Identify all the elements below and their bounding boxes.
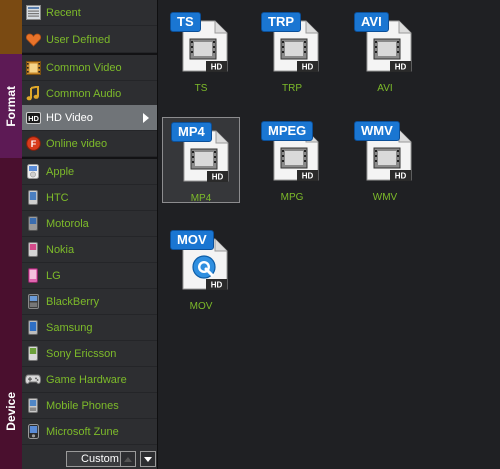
svg-text:HD: HD [302,63,314,72]
list-item-lg[interactable]: LG [22,263,157,289]
online-video-icon: F [25,136,41,152]
list-item-common-video[interactable]: Common Video [22,55,157,81]
chevron-down-icon [144,456,152,462]
format-caption: AVI [377,83,393,94]
tab-format-label: Format [4,85,18,127]
list-item-label: Sony Ericsson [46,347,117,360]
category-tabs: Format Device [0,0,22,469]
format-caption: MOV [189,301,213,312]
svg-text:HD: HD [395,63,407,72]
format-badge: TRP [261,12,301,32]
list-item-label: Motorola [46,217,89,230]
scroll-down-button[interactable] [140,451,156,467]
svg-text:HD: HD [211,281,223,290]
svg-text:HD: HD [28,114,39,123]
list-item-label: Common Audio [46,87,122,100]
list-item-hd-video[interactable]: HD HD Video [22,105,157,131]
zune-icon [25,424,41,440]
format-badge: MP4 [171,122,212,142]
list-item-label: Online video [46,137,108,150]
format-tile-trp[interactable]: HD TRP TRP [253,8,331,94]
ipod-icon [25,164,41,180]
format-grid: HD TS TS HD TRP TRP HD AVI AVI HD MP4 MP… [158,0,500,469]
list-item-label: LG [46,269,61,282]
svg-text:HD: HD [395,172,407,181]
list-item-user-defined[interactable]: User Defined [22,27,157,53]
svg-text:F: F [30,139,36,149]
phone-icon [25,216,41,232]
format-tile-mpeg[interactable]: HD MPEG MPG [253,117,331,203]
phone-icon [25,320,41,336]
format-caption: MP4 [190,193,212,204]
phone-icon [25,268,41,284]
chevron-up-icon [124,456,132,462]
format-caption: TS [194,83,208,94]
list-item-common-audio[interactable]: Common Audio [22,81,157,107]
svg-text:HD: HD [211,63,223,72]
category-list: Recent User Defined Common Video Common … [22,0,158,469]
list-item-nokia[interactable]: Nokia [22,237,157,263]
format-caption: MPG [280,192,304,203]
tab-recent[interactable] [0,0,22,54]
list-item-label: Mobile Phones [46,399,119,412]
list-item-label: Common Video [46,61,122,74]
list-item-sony-ericsson[interactable]: Sony Ericsson [22,341,157,367]
list-item-label: Game Hardware [46,373,127,386]
format-tile-avi[interactable]: HD AVI AVI [346,8,424,94]
format-badge: MOV [170,230,214,250]
format-badge: TS [170,12,201,32]
list-item-label: Recent [46,6,81,19]
list-item-label: User Defined [46,33,111,46]
format-badge: WMV [354,121,400,141]
scroll-up-button[interactable] [120,451,136,467]
recent-icon [25,5,41,21]
format-tile-mp4[interactable]: HD MP4 MP4 [162,117,240,204]
phone-icon [25,242,41,258]
hd-icon: HD [25,110,41,126]
film-icon [25,60,41,76]
format-badge: MPEG [261,121,314,141]
list-item-online-video[interactable]: F Online video [22,131,157,157]
format-caption: WMV [372,192,398,203]
music-note-icon [25,86,41,102]
heart-icon [25,32,41,48]
list-item-htc[interactable]: HTC [22,185,157,211]
list-item-label: Microsoft Zune [46,425,119,438]
list-item-samsung[interactable]: Samsung [22,315,157,341]
list-item-game-hardware[interactable]: Game Hardware [22,367,157,393]
tab-device-label: Device [4,392,18,431]
list-item-label: Apple [46,165,75,178]
list-item-recent[interactable]: Recent [22,0,157,26]
gamepad-icon [25,372,41,388]
format-caption: TRP [282,83,302,94]
list-item-label: HTC [46,191,69,204]
list-item-label: BlackBerry [46,295,100,308]
format-tile-wmv[interactable]: HD WMV WMV [346,117,424,203]
list-item-label: HD Video [46,111,93,124]
list-footer: Custom [22,448,158,469]
list-item-motorola[interactable]: Motorola [22,211,157,237]
format-badge: AVI [354,12,389,32]
phone-icon [25,294,41,310]
svg-text:HD: HD [302,172,314,181]
format-tile-mov[interactable]: HD MOV MOV [162,226,240,312]
list-item-microsoft-zune[interactable]: Microsoft Zune [22,419,157,445]
phone-icon [25,398,41,414]
list-item-blackberry[interactable]: BlackBerry [22,289,157,315]
list-item-apple[interactable]: Apple [22,159,157,185]
list-item-mobile-phones[interactable]: Mobile Phones [22,393,157,419]
phone-icon [25,190,41,206]
format-tile-ts[interactable]: HD TS TS [162,8,240,94]
list-item-label: Samsung [46,321,93,334]
phone-icon [25,346,41,362]
list-item-label: Nokia [46,243,75,256]
submenu-arrow-icon [143,113,149,123]
tab-format[interactable]: Format [0,54,22,158]
tab-device[interactable]: Device [0,158,22,469]
svg-text:HD: HD [212,173,224,182]
